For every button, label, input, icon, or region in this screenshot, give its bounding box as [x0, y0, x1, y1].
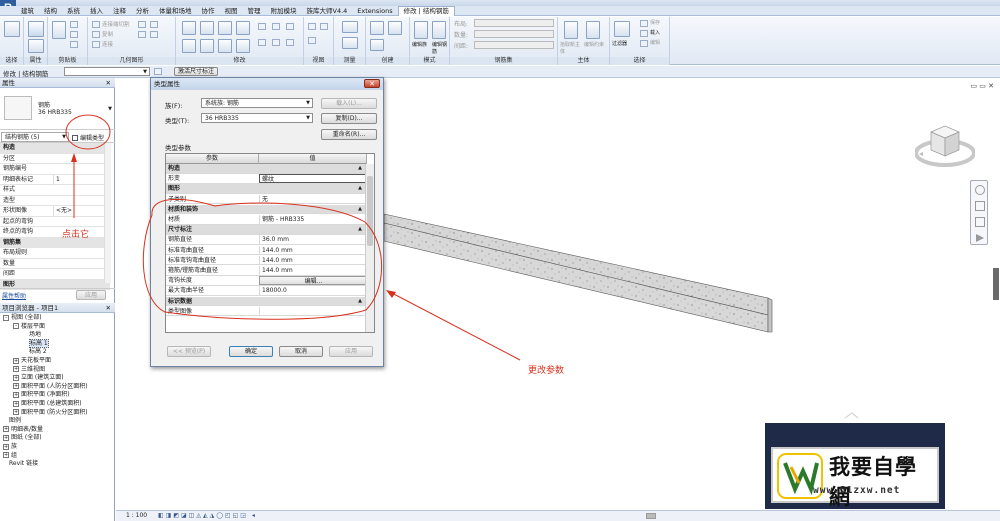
annotation-click-it: 点击它 [62, 230, 90, 240]
watermark-panel: 我要自學網 www.51zxw.net [771, 447, 939, 509]
annotation-circle-parameters [142, 198, 383, 320]
annotation-circle-edit-type [65, 114, 111, 150]
annotation-arrow-left [389, 291, 521, 361]
watermark-logo: 我要自學網 www.51zxw.net [765, 423, 945, 509]
watermark-title: 我要自學網 [829, 454, 917, 509]
watermark-url: www.51zxw.net [813, 485, 901, 496]
annotation-arrowhead-icon [386, 290, 396, 298]
annotation-change-parameters: 更改参数 [528, 366, 565, 376]
annotation-arrowhead-icon [71, 153, 77, 162]
